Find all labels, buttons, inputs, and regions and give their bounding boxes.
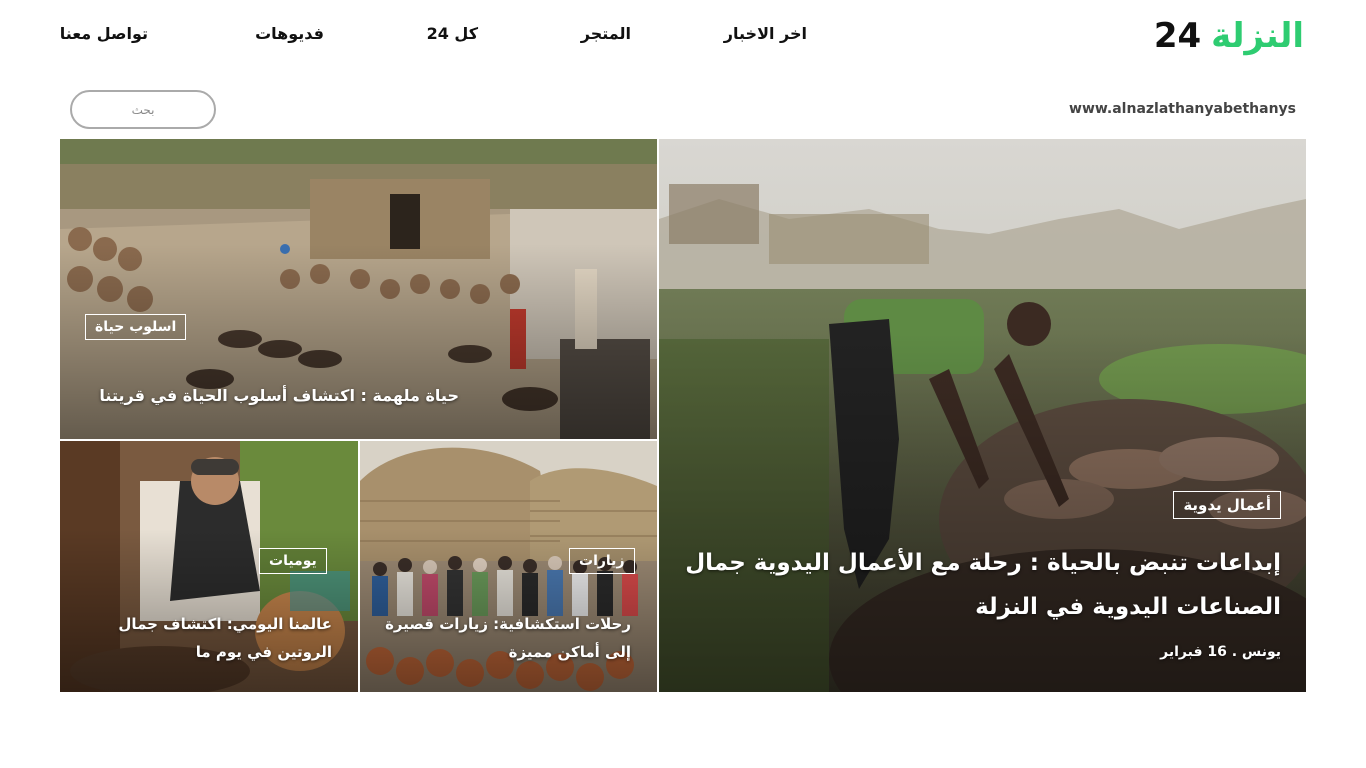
trips-title-line1: رحلات استكشافية: زيارات قصيرة: [385, 615, 631, 633]
logo-number: 24: [1153, 16, 1202, 56]
site-logo[interactable]: النزلة24: [1154, 14, 1304, 58]
logo-word: النزلة: [1211, 16, 1304, 56]
nav-latest-news[interactable]: اخر الاخبار: [724, 24, 807, 43]
daily-article-card[interactable]: يوميات عالمنا اليومي: اكتشاف جمال الروتي…: [60, 441, 358, 692]
site-url: www.alnazlathanyabethanys: [1069, 101, 1296, 117]
featured-title-line1: إبداعات تنبض بالحياة : رحلة مع الأعمال ا…: [685, 550, 1281, 576]
nav-store[interactable]: المتجر: [581, 24, 631, 43]
search-input[interactable]: [70, 90, 216, 129]
lifestyle-article-card[interactable]: اسلوب حياة حياة ملهمة : اكتشاف أسلوب الح…: [60, 139, 657, 439]
trips-article-card[interactable]: زيارات رحلات استكشافية: زيارات قصيرة إلى…: [360, 441, 657, 692]
daily-tag[interactable]: يوميات: [259, 548, 327, 574]
trips-title[interactable]: رحلات استكشافية: زيارات قصيرة إلى أماكن …: [385, 610, 631, 666]
trips-title-line2: إلى أماكن مميزة: [508, 643, 631, 661]
daily-title-line2: الروتين في يوم ما: [195, 643, 332, 661]
featured-meta: يونس . 16 فبراير: [1160, 644, 1281, 660]
nav-all-24[interactable]: كل 24: [427, 24, 478, 43]
featured-title-line2: الصناعات اليدوية في النزلة: [975, 594, 1281, 620]
featured-title[interactable]: إبداعات تنبض بالحياة : رحلة مع الأعمال ا…: [681, 541, 1281, 629]
nav-videos[interactable]: فديوهات: [255, 24, 324, 43]
trips-tag[interactable]: زيارات: [569, 548, 635, 574]
featured-article-card[interactable]: أعمال يدوية إبداعات تنبض بالحياة : رحلة …: [659, 139, 1306, 692]
site-header: النزلة24 اخر الاخبار المتجر كل 24 فديوها…: [0, 0, 1366, 80]
lifestyle-tag[interactable]: اسلوب حياة: [85, 314, 187, 340]
nav-contact[interactable]: تواصل معنا: [60, 24, 148, 43]
lifestyle-title[interactable]: حياة ملهمة : اكتشاف أسلوب الحياة في قريت…: [99, 384, 459, 408]
daily-title[interactable]: عالمنا اليومي: اكتشاف جمال الروتين في يو…: [118, 610, 332, 666]
daily-title-line1: عالمنا اليومي: اكتشاف جمال: [118, 615, 332, 633]
featured-tag[interactable]: أعمال يدوية: [1173, 491, 1281, 519]
